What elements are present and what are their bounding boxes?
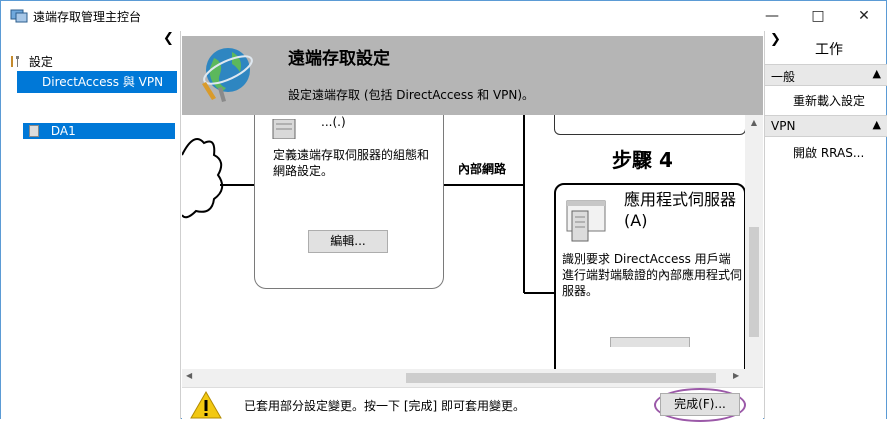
actions-title: 工作 xyxy=(815,42,843,58)
collapse-nav-icon[interactable]: ❮ xyxy=(163,31,174,46)
tools-icon xyxy=(11,56,19,67)
step-4-label: 步驟 4 xyxy=(612,148,673,172)
application-server-card: 應用程式伺服器(A) 識別要求 DirectAccess 用戶端進行端對端驗證的… xyxy=(554,183,745,369)
horizontal-scroll-thumb[interactable] xyxy=(406,373,716,383)
status-message: 已套用部分設定變更。按一下 [完成] 即可套用變更。 xyxy=(244,399,525,413)
actions-pane: ❯ 工作 一般 ▲ 重新載入設定 VPN ▲ 開啟 RRAS... xyxy=(764,31,887,419)
minimize-button[interactable]: — xyxy=(749,1,795,31)
tree-item-settings-label: 設定 xyxy=(28,55,53,69)
vertical-scrollbar[interactable]: ▲ xyxy=(745,115,763,369)
warning-icon xyxy=(190,390,222,419)
window-title: 遠端存取管理主控台 xyxy=(33,10,142,24)
server-icon xyxy=(272,119,296,139)
internal-network-label: 內部網路 xyxy=(458,162,507,176)
application-server-description: 識別要求 DirectAccess 用戶端進行端對端驗證的內部應用程式伺服器。 xyxy=(562,252,743,298)
console-window: 遠端存取管理主控台 — □ ✕ ❮ 設定 DirectAccess 與 VPN … xyxy=(0,0,887,422)
vertical-scroll-thumb[interactable] xyxy=(749,227,759,337)
main-panel: 遠端存取設定 設定遠端存取 (包括 DirectAccess 和 VPN)。 .… xyxy=(182,31,763,422)
action-open-rras[interactable]: 開啟 RRAS... xyxy=(793,144,864,161)
edit-button[interactable]: 編輯... xyxy=(308,230,388,253)
maximize-button[interactable]: □ xyxy=(795,1,841,31)
tree-item-directaccess-vpn[interactable]: DirectAccess 與 VPN xyxy=(17,71,177,93)
finish-button[interactable]: 完成(F)... xyxy=(660,393,740,416)
action-reload-settings[interactable]: 重新載入設定 xyxy=(793,92,865,109)
globe-network-icon xyxy=(202,48,253,102)
navigation-tree: ❮ 設定 DirectAccess 與 VPN DA1 xyxy=(1,31,181,419)
application-server-title: 應用程式伺服器(A) xyxy=(624,190,737,230)
server-label: DA1 xyxy=(50,124,76,138)
server-card-title: ...(.) xyxy=(321,115,346,129)
remote-access-app-icon xyxy=(10,9,28,23)
horizontal-scrollbar[interactable]: ◀ ▶ xyxy=(182,369,745,387)
title-bar: 遠端存取管理主控台 — □ ✕ xyxy=(1,1,886,31)
scroll-left-icon[interactable]: ◀ xyxy=(186,371,192,380)
scroll-up-icon[interactable]: ▲ xyxy=(745,118,763,127)
setup-diagram: ...(.) 定義遠端存取伺服器的組態和網路設定。 編輯... 內部網路 步驟 … xyxy=(182,115,745,369)
page-title: 遠端存取設定 xyxy=(288,49,390,69)
application-server-icon xyxy=(566,200,606,242)
section-vpn[interactable]: VPN ▲ xyxy=(765,115,887,137)
scrollbar-corner xyxy=(745,369,763,387)
collapse-actions-icon[interactable]: ❯ xyxy=(770,32,781,47)
status-bar: 已套用部分設定變更。按一下 [完成] 即可套用變更。 完成(F)... xyxy=(182,387,763,422)
tree-item-settings[interactable]: 設定 xyxy=(9,53,53,70)
application-server-edit-button[interactable] xyxy=(610,337,690,347)
scroll-right-icon[interactable]: ▶ xyxy=(733,371,739,380)
server-card-description: 定義遠端存取伺服器的組態和網路設定。 xyxy=(273,148,430,178)
close-button[interactable]: ✕ xyxy=(841,1,887,31)
server-icon xyxy=(29,125,39,137)
tree-item-server[interactable]: DA1 xyxy=(23,123,175,139)
page-header: 遠端存取設定 設定遠端存取 (包括 DirectAccess 和 VPN)。 xyxy=(182,36,763,115)
step-3-card xyxy=(554,115,745,135)
section-general-label: 一般 xyxy=(771,70,796,84)
chevron-up-icon: ▲ xyxy=(872,67,881,80)
section-general[interactable]: 一般 ▲ xyxy=(765,64,887,86)
chevron-up-icon: ▲ xyxy=(872,118,881,131)
section-vpn-label: VPN xyxy=(771,119,796,133)
page-subtitle: 設定遠端存取 (包括 DirectAccess 和 VPN)。 xyxy=(288,88,535,102)
remote-access-server-card: ...(.) 定義遠端存取伺服器的組態和網路設定。 編輯... xyxy=(254,115,444,289)
